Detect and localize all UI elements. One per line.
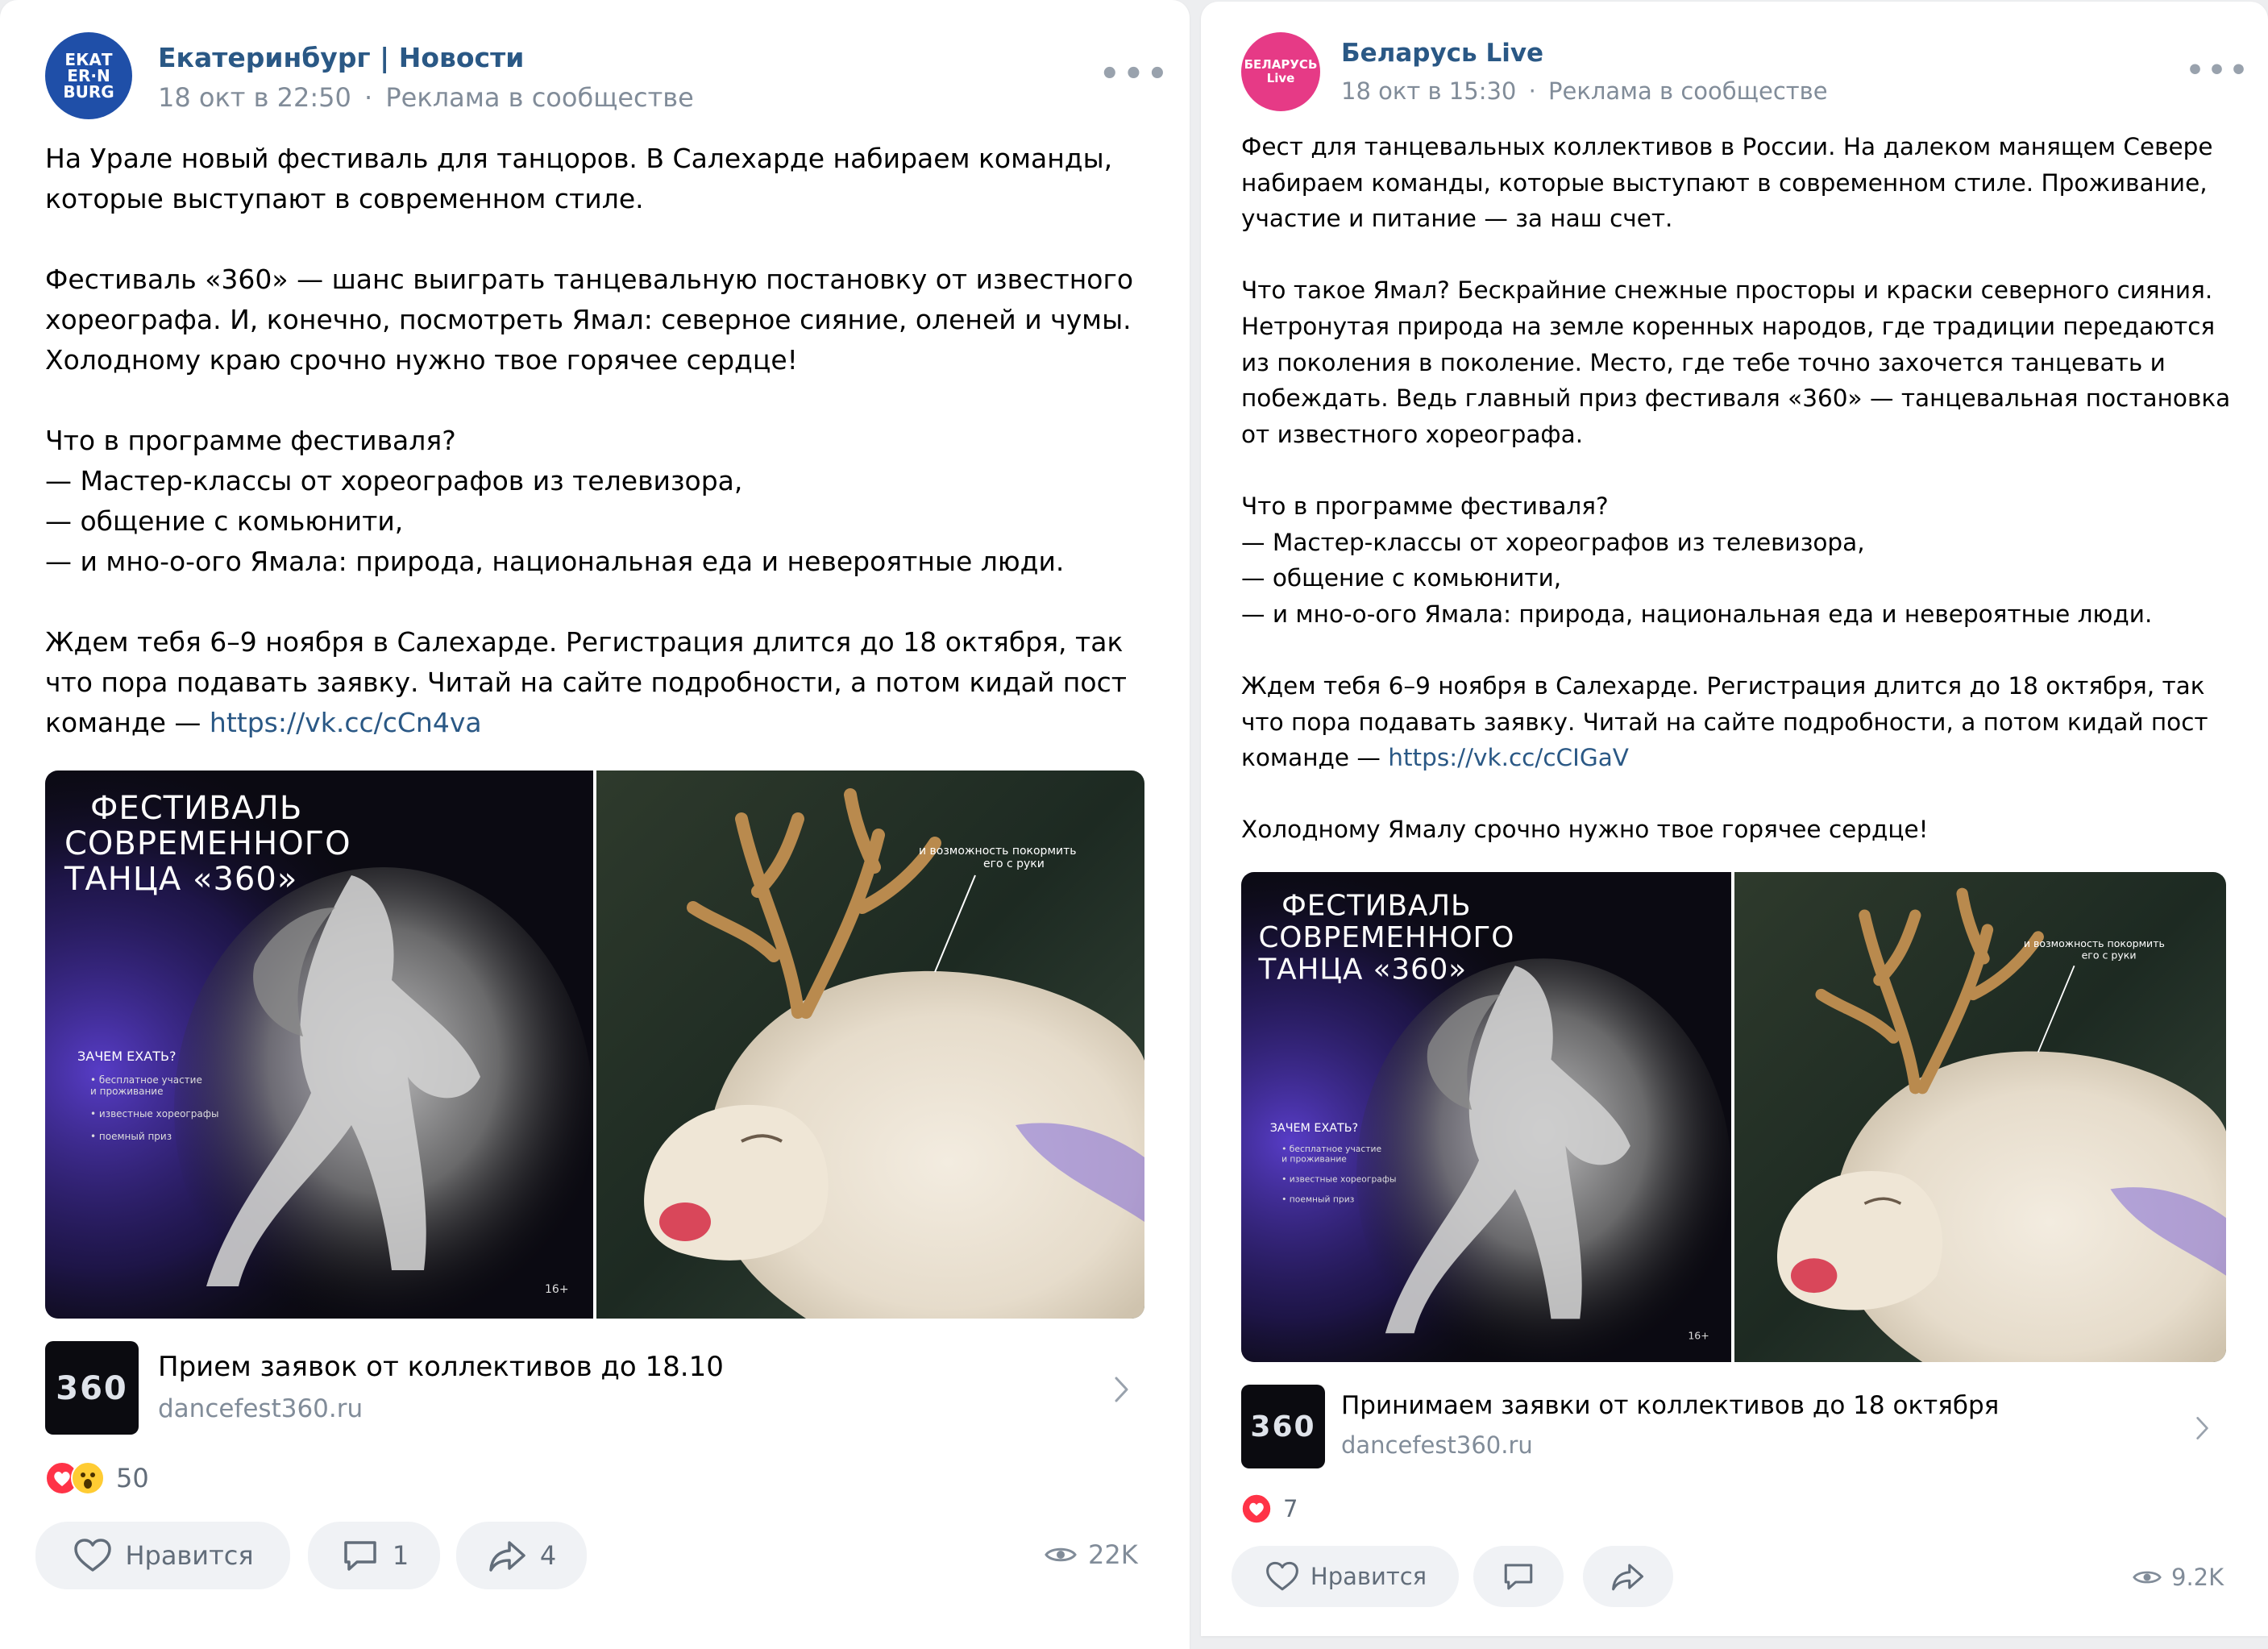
link-thumb-text: 360 [56, 1370, 128, 1407]
like-button[interactable]: Нравится [1232, 1546, 1459, 1607]
link-thumb-text: 360 [1250, 1410, 1316, 1443]
link-domain: dancefest360.ru [158, 1394, 363, 1423]
link-title[interactable]: Принимаем заявки от коллективов до 18 ок… [1341, 1391, 1999, 1420]
post-text-tail: Холодному Ямалу срочно нужно твое горяче… [1241, 816, 1929, 844]
link-thumbnail: 360 [1241, 1385, 1325, 1468]
link-domain: dancefest360.ru [1341, 1431, 1533, 1459]
post-text: На Урале новый фестиваль для танцоров. В… [45, 139, 1157, 743]
link-title[interactable]: Прием заявок от коллективов до 18.10 [158, 1351, 724, 1383]
post-link[interactable]: https://vk.cc/cCIGaV [1388, 744, 1629, 771]
reindeer-caption-1: и возможность покормить [2024, 937, 2165, 949]
poster-title-1: ФЕСТИВАЛЬ [90, 790, 302, 827]
poster-title-2: СОВРЕМЕННОГО [1258, 921, 1514, 954]
poster-graphic: ФЕСТИВАЛЬ СОВРЕМЕННОГО ТАНЦА «360» ЗАЧЕМ… [45, 771, 593, 1319]
poster-title-3: ТАНЦА «360» [1257, 953, 1467, 986]
views-counter: 9.2K [2133, 1564, 2224, 1591]
avatar-text: БЕЛАРУСЬ Live [1244, 57, 1318, 85]
author-name[interactable]: Екатеринбург | Новости [158, 42, 524, 73]
reindeer-caption-2: его с руки [2082, 949, 2137, 961]
avatar-text: ЕКАТ ЕR·N BURG [63, 50, 114, 102]
poster-bullet-2: и проживание [90, 1086, 163, 1097]
views-counter: 22K [1045, 1539, 1138, 1570]
link-card[interactable]: 360 Принимаем заявки от коллективов до 1… [1241, 1385, 2226, 1468]
poster-why-heading: ЗАЧЕМ ЕХАТЬ? [77, 1049, 176, 1064]
link-card[interactable]: 360 Прием заявок от коллективов до 18.10… [45, 1341, 1144, 1435]
heart-icon [1265, 1561, 1298, 1591]
post-text-body: На Урале новый фестиваль для танцоров. В… [45, 143, 1134, 738]
reindeer-image[interactable]: и возможность покормить его с руки [1734, 872, 2226, 1362]
community-avatar[interactable]: ЕКАТ ЕR·N BURG [45, 32, 132, 119]
reactions-summary[interactable]: 7 [1241, 1493, 1298, 1525]
post-meta: 18 окт в 22:50 · Реклама в сообществе [158, 82, 694, 113]
ad-label: Реклама в сообществе [1548, 77, 1828, 105]
eye-icon [2133, 1571, 2162, 1584]
chevron-right-icon [1115, 1377, 1128, 1402]
share-count: 4 [539, 1540, 557, 1571]
poster-bullet-4: • поемный приз [1281, 1194, 1355, 1205]
reindeer-graphic: и возможность покормить его с руки [1734, 872, 2226, 1362]
poster-age: 16+ [545, 1283, 569, 1296]
post-card: ЕКАТ ЕR·N BURG Екатеринбург | Новости 18… [0, 0, 1190, 1649]
more-dots-icon[interactable]: ••• [2186, 56, 2251, 85]
poster-bullet-1: • бесплатное участие [1281, 1144, 1381, 1154]
poster-graphic: ФЕСТИВАЛЬ СОВРЕМЕННОГО ТАНЦА «360» ЗАЧЕМ… [1241, 872, 1731, 1362]
like-button[interactable]: Нравится [35, 1522, 290, 1589]
poster-age: 16+ [1688, 1329, 1709, 1341]
more-dots-icon[interactable]: ••• [1099, 58, 1171, 90]
post-date[interactable]: 18 окт в 22:50 [158, 82, 351, 113]
reindeer-graphic: и возможность покормить его с руки [596, 771, 1144, 1319]
poster-title-1: ФЕСТИВАЛЬ [1281, 890, 1471, 923]
heart-icon [74, 1539, 112, 1572]
share-button[interactable]: 4 [456, 1522, 587, 1589]
poster-why-heading: ЗАЧЕМ ЕХАТЬ? [1270, 1122, 1358, 1135]
comment-button[interactable]: 1 [308, 1522, 440, 1589]
reactions-summary[interactable]: 50 [45, 1460, 149, 1496]
comment-count: 1 [392, 1540, 409, 1571]
share-button[interactable] [1583, 1546, 1673, 1607]
wow-reaction-icon [71, 1461, 105, 1495]
poster-title-2: СОВРЕМЕННОГО [64, 825, 351, 862]
views-count: 22K [1088, 1539, 1138, 1570]
views-count: 9.2K [2171, 1564, 2224, 1591]
reindeer-caption-2: его с руки [983, 858, 1045, 870]
eye-icon [1045, 1547, 1077, 1562]
post-text: Фест для танцевальных коллективов в Росс… [1241, 129, 2249, 848]
heart-reaction-icon [1241, 1493, 1272, 1524]
poster-image[interactable]: ФЕСТИВАЛЬ СОВРЕМЕННОГО ТАНЦА «360» ЗАЧЕМ… [45, 771, 593, 1319]
meta-separator: · [1528, 77, 1536, 105]
post-text-body: Фест для танцевальных коллективов в Росс… [1241, 133, 2231, 772]
author-name[interactable]: Беларусь Live [1341, 39, 1543, 68]
community-avatar[interactable]: БЕЛАРУСЬ Live [1241, 32, 1320, 111]
post-card: БЕЛАРУСЬ Live Беларусь Live 18 окт в 15:… [1201, 2, 2268, 1636]
poster-bullet-3: • известные хореографы [90, 1108, 218, 1119]
comment-icon [1504, 1564, 1533, 1590]
like-label: Нравится [1310, 1563, 1427, 1590]
post-link[interactable]: https://vk.cc/cCn4va [210, 707, 482, 738]
reaction-count: 50 [116, 1463, 149, 1493]
post-meta: 18 окт в 15:30 · Реклама в сообществе [1341, 77, 1828, 105]
link-thumbnail: 360 [45, 1341, 139, 1435]
poster-bullet-3: • известные хореографы [1281, 1173, 1396, 1184]
poster-bullet-1: • бесплатное участие [90, 1074, 202, 1086]
reindeer-image[interactable]: и возможность покормить его с руки [596, 771, 1144, 1319]
poster-bullet-4: • поемный приз [90, 1131, 172, 1142]
like-label: Нравится [125, 1540, 254, 1571]
reaction-count: 7 [1283, 1495, 1298, 1522]
comment-button[interactable] [1473, 1546, 1564, 1607]
ad-label: Реклама в сообществе [385, 82, 694, 113]
comment-icon [344, 1541, 376, 1571]
chevron-right-icon [2196, 1417, 2208, 1439]
meta-separator: · [364, 82, 373, 113]
post-date[interactable]: 18 окт в 15:30 [1341, 77, 1516, 105]
share-icon [1612, 1564, 1644, 1591]
poster-title-3: ТАНЦА «360» [64, 861, 297, 898]
poster-bullet-2: и проживание [1281, 1153, 1347, 1164]
reindeer-caption-1: и возможность покормить [919, 845, 1077, 858]
share-icon [489, 1541, 525, 1572]
poster-image[interactable]: ФЕСТИВАЛЬ СОВРЕМЕННОГО ТАНЦА «360» ЗАЧЕМ… [1241, 872, 1731, 1362]
